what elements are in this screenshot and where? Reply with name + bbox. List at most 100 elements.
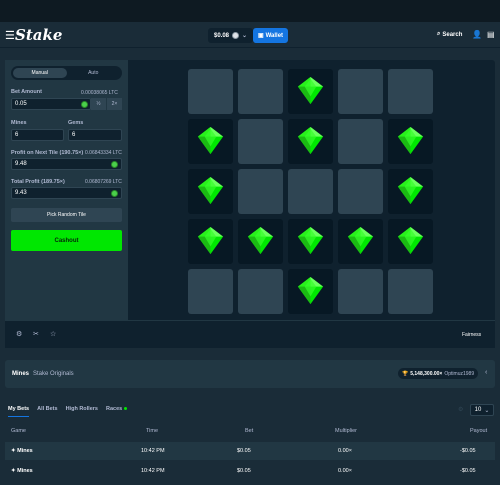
balance-selector[interactable]: $0.08 ⌄ (208, 28, 254, 43)
row-multiplier: 0.00× (338, 448, 352, 454)
bet-amount-value: 0.05 (15, 101, 27, 107)
gems-label: Gems (68, 120, 84, 126)
gem-tile[interactable] (288, 69, 333, 114)
tab-races-label: Races (105, 406, 123, 412)
hidden-tile[interactable] (188, 269, 233, 314)
gem-icon (197, 126, 224, 155)
col-time: Time (146, 428, 159, 434)
top-win-user: Optimuz1989 (444, 370, 475, 377)
gem-icon (197, 176, 224, 205)
row-payout: -$0.05 (460, 448, 476, 454)
tab-high-rollers[interactable]: High Rollers (66, 406, 98, 417)
hidden-tile[interactable] (188, 69, 233, 114)
gem-tile[interactable] (188, 219, 233, 264)
bets-table-header: Game Time Bet Multiplier Payout (5, 425, 495, 437)
tab-auto[interactable]: Auto (67, 68, 121, 78)
cashout-button[interactable]: Cashout (11, 230, 122, 251)
game-subtitle: Stake Originals (33, 371, 74, 377)
table-row[interactable]: ✦ Mines 10:42 PM $0.05 0.00× -$0.05 (5, 462, 495, 480)
live-dot-icon (124, 407, 128, 411)
user-icon[interactable]: 👤 (472, 30, 482, 39)
mines-value: 6 (15, 132, 19, 138)
hidden-tile[interactable] (238, 269, 283, 314)
balance-value: $0.08 (214, 32, 230, 39)
top-win-pill[interactable]: 🏆 5,148,300.00× Optimuz1989 (398, 368, 479, 379)
fairness-link[interactable]: Fairness (462, 332, 481, 338)
stake-logo[interactable]: Stake (15, 26, 62, 44)
mines-select[interactable]: 6 (11, 129, 64, 141)
gem-tile[interactable] (388, 169, 433, 214)
gem-tile[interactable] (188, 169, 233, 214)
gem-tile[interactable] (288, 119, 333, 164)
row-game-label: Mines (17, 468, 33, 474)
top-win-amount: 5,148,300.00× (410, 370, 443, 377)
ltc-coin-icon (111, 161, 118, 168)
hidden-tile[interactable] (288, 169, 333, 214)
tab-my-bets[interactable]: My Bets (8, 406, 30, 417)
tab-all-bets[interactable]: All Bets (37, 406, 57, 417)
half-button[interactable]: ½ (91, 98, 106, 110)
gem-tile[interactable] (388, 219, 433, 264)
tab-manual[interactable]: Manual (13, 68, 67, 78)
gem-tile[interactable] (238, 219, 283, 264)
bet-amount-label: Bet Amount (11, 89, 42, 95)
pick-random-tile-button[interactable]: Pick Random Tile (11, 208, 122, 222)
gem-tile[interactable] (188, 119, 233, 164)
gem-tile[interactable] (288, 219, 333, 264)
bets-tabs: My Bets All Bets High Rollers Races (8, 406, 128, 417)
table-row[interactable]: ✦ Mines 10:42 PM $0.05 0.00× -$0.05 (5, 442, 495, 460)
hidden-tile[interactable] (338, 269, 383, 314)
hidden-tile[interactable] (338, 119, 383, 164)
mines-game: Manual Auto Bet Amount 0.00038065 LTC 0.… (5, 60, 495, 348)
chat-icon[interactable]: ▤ (487, 30, 495, 39)
search-button[interactable]: ⌕ Search (437, 31, 462, 38)
rows-per-page-select[interactable]: 10 ⌄ (470, 404, 494, 416)
table-settings-icon[interactable]: ⚙ (458, 406, 463, 413)
chevron-down-icon: ⌄ (484, 407, 490, 414)
row-game: ✦ Mines (11, 448, 33, 454)
game-footer: ⚙ ✂ ☆ Fairness (5, 320, 495, 348)
gem-tile[interactable] (388, 119, 433, 164)
browser-strip (0, 0, 500, 22)
search-label: Search (442, 31, 463, 38)
tab-races[interactable]: Races (105, 406, 128, 417)
gem-icon (297, 226, 324, 255)
next-tile-value: 9.48 (15, 161, 27, 167)
bet-amount-ltc: 0.00038065 LTC (81, 90, 118, 96)
trophy-icon: 🏆 (402, 370, 409, 377)
ltc-coin-icon (111, 190, 118, 197)
next-tile-profit: 9.48 (11, 158, 122, 170)
row-game-label: Mines (17, 448, 33, 454)
hidden-tile[interactable] (338, 169, 383, 214)
stats-icon[interactable]: ✂ (33, 330, 39, 338)
wallet-icon: ▣ (257, 33, 264, 39)
wallet-button[interactable]: ▣ Wallet (253, 28, 288, 43)
game-title: Mines (12, 371, 30, 377)
menu-icon[interactable]: ☰ (5, 29, 15, 42)
hidden-tile[interactable] (238, 169, 283, 214)
mode-tabs: Manual Auto (11, 66, 122, 80)
hidden-tile[interactable] (388, 269, 433, 314)
gem-icon (297, 126, 324, 155)
hidden-tile[interactable] (338, 69, 383, 114)
gem-icon (347, 226, 374, 255)
col-bet: Bet (245, 428, 254, 434)
gem-icon (247, 226, 274, 255)
double-button[interactable]: 2× (107, 98, 122, 110)
col-multiplier: Multiplier (335, 428, 358, 434)
hidden-tile[interactable] (238, 119, 283, 164)
hidden-tile[interactable] (238, 69, 283, 114)
gem-tile[interactable] (338, 219, 383, 264)
gem-tile[interactable] (288, 269, 333, 314)
col-game: Game (11, 428, 26, 434)
collapse-icon[interactable]: ‹ (485, 369, 487, 376)
total-profit-label: Total Profit (189.75×) (11, 179, 65, 185)
star-icon[interactable]: ☆ (50, 330, 56, 338)
bet-amount-input[interactable]: 0.05 (11, 98, 91, 110)
settings-icon[interactable]: ⚙ (16, 330, 22, 338)
row-game: ✦ Mines (11, 468, 33, 474)
gem-icon (397, 126, 424, 155)
wallet-label: Wallet (265, 32, 284, 39)
hidden-tile[interactable] (388, 69, 433, 114)
row-payout: -$0.05 (460, 468, 476, 474)
